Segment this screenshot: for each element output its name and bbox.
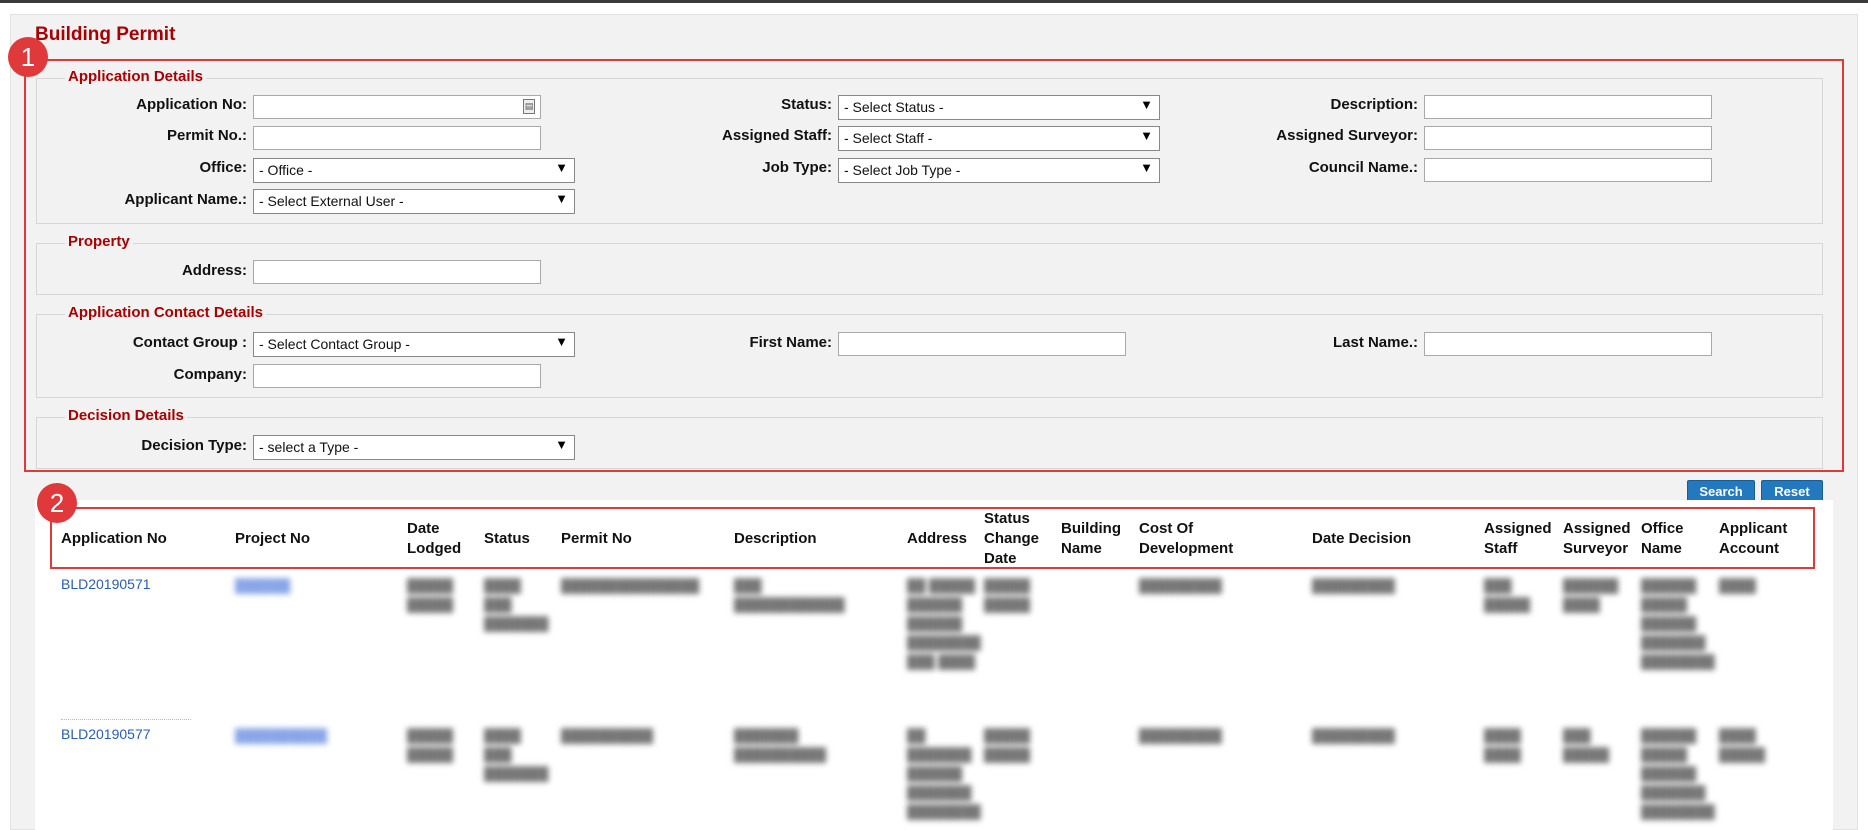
annotation-badge-1: 1 [8,37,48,77]
assigned-surveyor-cell: ███ █████ [1563,728,1610,762]
applicant-account-cell: ████ █████ [1719,728,1766,762]
annotation-box-search-criteria [24,59,1844,472]
cost-cell: █████████ [1139,578,1222,593]
row-divider [61,719,191,720]
project-no-cell[interactable]: ██████████ [235,726,330,745]
address-cell: ██ ███████ ██████ ███████ ████████ [907,728,981,819]
status-change-date-cell: █████ █████ [984,578,1031,612]
date-decision-cell: █████████ [1312,728,1395,743]
date-lodged-cell: █████ █████ [407,578,454,612]
cost-cell: █████████ [1139,728,1222,743]
permit-no-cell: ██████████ [561,728,654,743]
application-no-link[interactable]: BLD20190577 [61,726,151,742]
top-nav-bar [0,0,1868,3]
status-cell: ████ ███ ███████ [484,578,549,631]
annotation-box-table-header [50,507,1815,569]
assigned-staff-cell: ███ █████ [1484,578,1531,612]
date-decision-cell: █████████ [1312,578,1395,593]
application-no-link[interactable]: BLD20190571 [61,576,151,592]
office-name-cell: ██████ █████ ██████ ███████ ████████ [1641,578,1715,669]
description-cell: ███ ████████████ [734,578,845,612]
applicant-account-cell: ████ [1719,578,1756,593]
project-no-cell[interactable]: ██████ [235,576,295,595]
status-cell: ████ ███ ███████ [484,728,549,781]
assigned-staff-cell: ████ ████ [1484,728,1521,762]
office-name-cell: ██████ █████ ██████ ███████ ████████ [1641,728,1715,819]
date-lodged-cell: █████ █████ [407,728,454,762]
assigned-surveyor-cell: ██████ ████ [1563,578,1619,612]
page-title: Building Permit [35,24,176,45]
annotation-badge-2: 2 [37,483,77,523]
address-cell: ██ █████ ██████ ██████ ████████ ███ ████ [907,578,981,669]
permit-no-cell: ███████████████ [561,578,700,593]
status-change-date-cell: █████ █████ [984,728,1031,762]
description-cell: ███████ ██████████ [734,728,827,762]
